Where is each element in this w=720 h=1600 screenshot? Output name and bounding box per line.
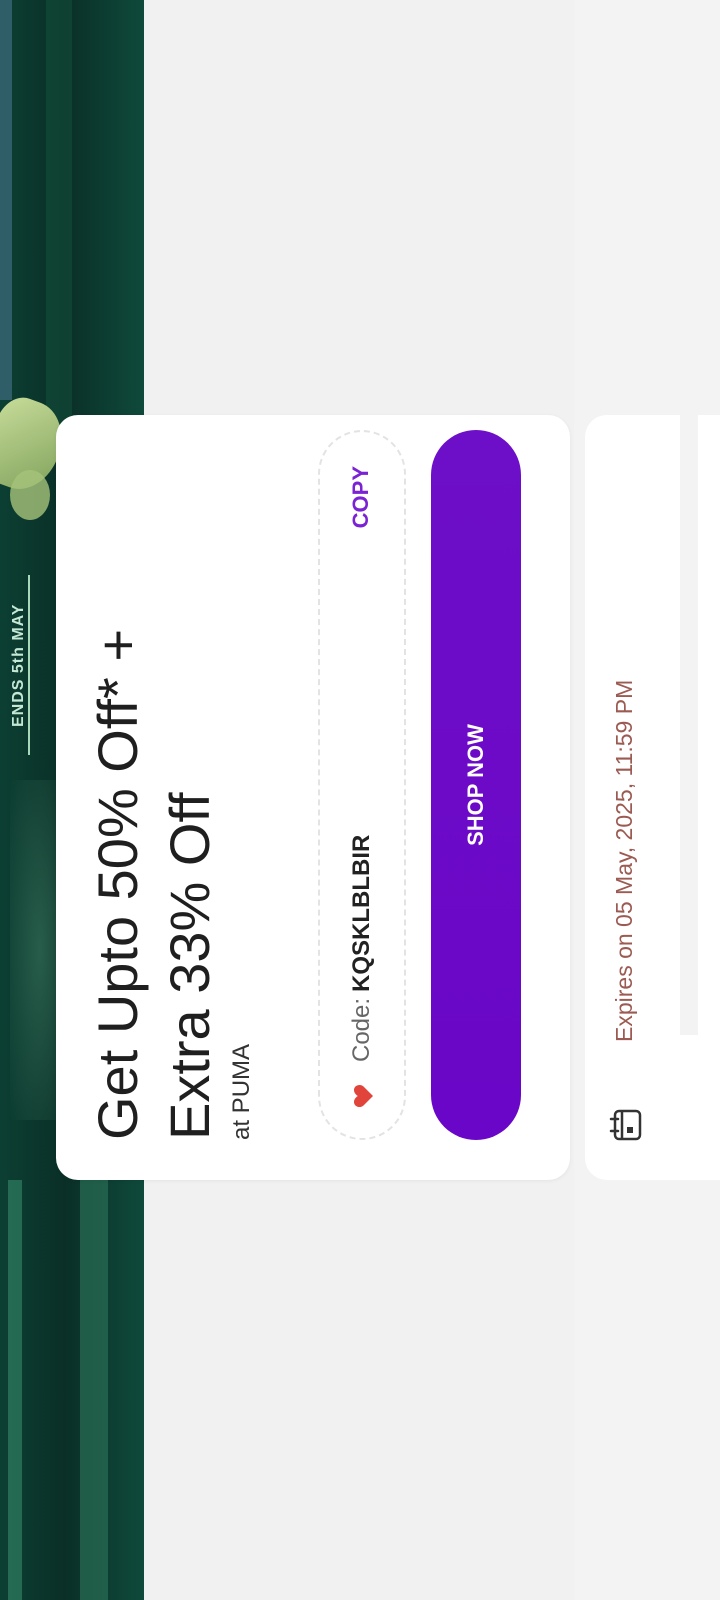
banner-end-date-text: ENDS 5th MAY [10, 603, 27, 727]
offer-brand: at PUMA [228, 1043, 255, 1140]
offer-card: Get Upto 50% Off* + Extra 33% Off at PUM… [56, 415, 570, 1180]
coupon-code-label: Code: [348, 997, 375, 1062]
banner-decoration [46, 0, 72, 430]
coupon-code-box: Code: KQSKLBLBIR COPY [318, 430, 406, 1140]
banner-decoration [80, 1180, 108, 1600]
coupon-code: Code: KQSKLBLBIR [348, 835, 376, 1062]
screen: ENDS 5th MAY Get Upto 50% Off* + Extra 3… [0, 0, 720, 1600]
expiry-card: Expires on 05 May, 2025, 11:59 PM [585, 415, 720, 1180]
heart-icon [354, 1084, 373, 1108]
offer-title: Get Upto 50% Off* + Extra 33% Off [86, 628, 221, 1140]
copy-code-button[interactable]: COPY [348, 466, 374, 528]
coupon-code-value: KQSKLBLBIR [348, 834, 375, 992]
banner-decoration [8, 1180, 22, 1600]
banner-decoration [0, 0, 12, 400]
banner-underline [28, 575, 30, 755]
banner-leaf-graphic [10, 470, 50, 520]
expiry-card-content: Expires on 05 May, 2025, 11:59 PM [585, 415, 720, 1180]
offer-card-content: Get Upto 50% Off* + Extra 33% Off at PUM… [56, 415, 570, 1180]
shop-now-button[interactable]: SHOP NOW [431, 430, 521, 1140]
calendar-icon [609, 1109, 642, 1141]
expiry-text: Expires on 05 May, 2025, 11:59 PM [611, 679, 637, 1042]
